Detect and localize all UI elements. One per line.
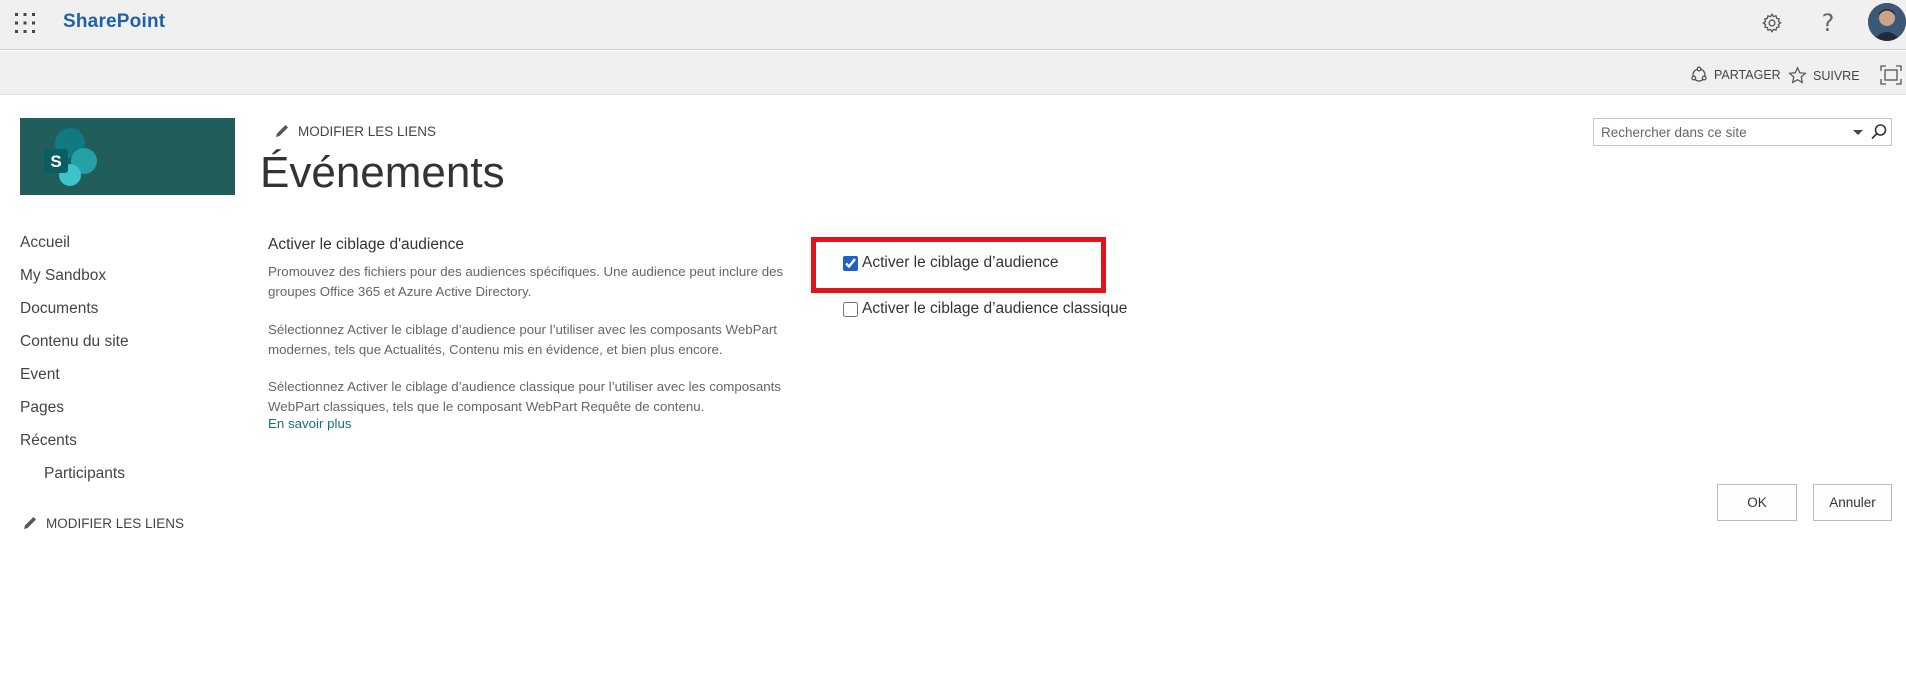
nav-item-recents[interactable]: Récents bbox=[20, 432, 77, 450]
nav-item-pages[interactable]: Pages bbox=[20, 399, 64, 417]
search-icon[interactable] bbox=[1870, 123, 1888, 141]
help-icon[interactable]: ? bbox=[1814, 9, 1842, 37]
nav-item-my-sandbox[interactable]: My Sandbox bbox=[20, 267, 106, 285]
learn-more-link[interactable]: En savoir plus bbox=[268, 416, 352, 431]
enable-audience-targeting-checkbox[interactable] bbox=[843, 255, 858, 271]
logo-letter: S bbox=[50, 152, 61, 171]
edit-links-bottom[interactable]: MODIFIER LES LIENS bbox=[22, 515, 184, 531]
nav-item-participants[interactable]: Participants bbox=[44, 465, 125, 483]
gear-icon[interactable] bbox=[1758, 9, 1786, 37]
share-button[interactable]: PARTAGER bbox=[1690, 66, 1781, 84]
enable-classic-audience-targeting-option[interactable]: Activer le ciblage d’audience classique bbox=[843, 300, 1127, 318]
app-launcher-icon[interactable] bbox=[12, 10, 38, 36]
cancel-button[interactable]: Annuler bbox=[1813, 484, 1892, 521]
follow-label: SUIVRE bbox=[1813, 68, 1860, 83]
avatar[interactable] bbox=[1868, 3, 1906, 41]
star-icon bbox=[1788, 66, 1807, 84]
enable-classic-audience-targeting-checkbox[interactable] bbox=[843, 301, 858, 317]
pencil-icon bbox=[276, 125, 288, 137]
edit-links-label: MODIFIER LES LIENS bbox=[46, 515, 185, 531]
enable-audience-targeting-option[interactable]: Activer le ciblage d’audience bbox=[843, 254, 1058, 272]
enable-classic-audience-targeting-label: Activer le ciblage d’audience classique bbox=[862, 300, 1128, 317]
search-scope-dropdown-icon[interactable] bbox=[1849, 123, 1867, 141]
enable-audience-targeting-label: Activer le ciblage d’audience bbox=[862, 254, 1059, 271]
nav-item-accueil[interactable]: Accueil bbox=[20, 234, 70, 252]
sharepoint-logo-icon: S bbox=[44, 127, 97, 186]
action-bar: PARTAGER SUIVRE bbox=[0, 51, 1906, 95]
section-description-1: Promouvez des fichiers pour des audience… bbox=[268, 264, 784, 299]
section-description-2: Sélectionnez Activer le ciblage d’audien… bbox=[268, 322, 778, 357]
site-logo[interactable]: S bbox=[20, 118, 235, 195]
ok-button[interactable]: OK bbox=[1717, 484, 1797, 521]
page-title: Événements bbox=[260, 148, 505, 197]
follow-button[interactable]: SUIVRE bbox=[1788, 66, 1860, 85]
site-search-box[interactable] bbox=[1593, 118, 1892, 146]
pencil-icon bbox=[24, 517, 36, 529]
nav-item-event[interactable]: Event bbox=[20, 366, 60, 384]
section-description-3: Sélectionnez Activer le ciblage d’audien… bbox=[268, 379, 781, 414]
focus-mode-icon[interactable] bbox=[1880, 65, 1902, 85]
suite-bar: SharePoint ? bbox=[0, 0, 1906, 50]
edit-links-label: MODIFIER LES LIENS bbox=[298, 123, 437, 139]
nav-item-documents[interactable]: Documents bbox=[20, 300, 98, 318]
search-input[interactable] bbox=[1594, 119, 1834, 145]
section-title: Activer le ciblage d'audience bbox=[268, 236, 464, 253]
edit-links-top[interactable]: MODIFIER LES LIENS bbox=[274, 123, 436, 139]
share-icon bbox=[1691, 66, 1707, 82]
share-label: PARTAGER bbox=[1714, 68, 1781, 82]
sharepoint-brand-link[interactable]: SharePoint bbox=[63, 11, 165, 33]
nav-item-contenu-du-site[interactable]: Contenu du site bbox=[20, 333, 129, 351]
